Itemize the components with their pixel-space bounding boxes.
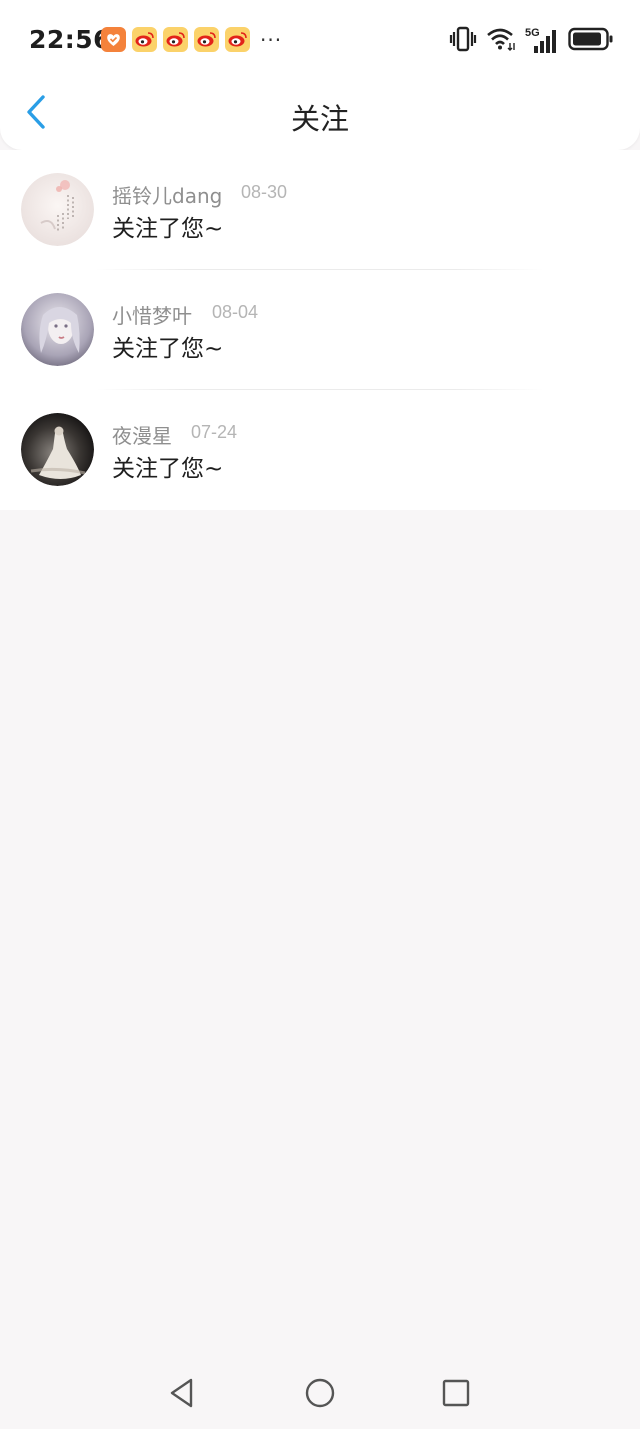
avatar[interactable] (21, 173, 94, 246)
system-nav-bar (0, 1362, 640, 1429)
follow-message: 关注了您~ (112, 336, 224, 362)
back-triangle-icon (167, 1377, 197, 1413)
follow-message: 关注了您~ (112, 216, 224, 242)
more-notifications-indicator: ··· (260, 27, 283, 52)
page-title: 关注 (290, 102, 349, 136)
title-bar: 关注 (0, 80, 640, 150)
system-icons: 5G (449, 26, 614, 56)
wifi-icon (486, 27, 516, 55)
weibo-icon (194, 27, 219, 52)
follow-date: 08-04 (212, 302, 259, 322)
nav-home-button[interactable] (298, 1375, 342, 1415)
shopping-app-icon (101, 27, 126, 52)
status-bar: 22:56 ··· 5G (0, 0, 640, 80)
home-circle-icon (304, 1377, 336, 1413)
avatar[interactable] (21, 413, 94, 486)
screen: 22:56 ··· 5G 关注 摇铃儿dang 08-30 关注了您~ 小惜梦叶… (0, 0, 640, 1429)
user-name[interactable]: 摇铃儿dang (112, 180, 222, 209)
vibrate-icon (449, 26, 477, 56)
weibo-icon (132, 27, 157, 52)
follow-date: 07-24 (191, 422, 238, 442)
follow-list: 摇铃儿dang 08-30 关注了您~ 小惜梦叶 08-04 关注了您~ 夜漫星… (0, 150, 640, 510)
signal-5g-icon: 5G (525, 27, 559, 54)
user-name[interactable]: 小惜梦叶 (112, 300, 192, 329)
nav-back-button[interactable] (160, 1375, 204, 1415)
list-item[interactable]: 小惜梦叶 08-04 关注了您~ (0, 270, 640, 390)
header-card: 22:56 ··· 5G 关注 (0, 0, 640, 150)
battery-icon (568, 27, 614, 55)
follow-message: 关注了您~ (112, 456, 224, 482)
follow-date: 08-30 (241, 182, 288, 202)
avatar[interactable] (21, 293, 94, 366)
nav-recents-button[interactable] (434, 1375, 478, 1415)
weibo-icon (163, 27, 188, 52)
list-item[interactable]: 摇铃儿dang 08-30 关注了您~ (0, 150, 640, 270)
list-item[interactable]: 夜漫星 07-24 关注了您~ (0, 390, 640, 510)
notification-icons: ··· (101, 27, 282, 52)
recents-square-icon (441, 1378, 471, 1412)
weibo-icon (225, 27, 250, 52)
status-time: 22:56 (29, 25, 112, 54)
user-name[interactable]: 夜漫星 (112, 420, 172, 449)
